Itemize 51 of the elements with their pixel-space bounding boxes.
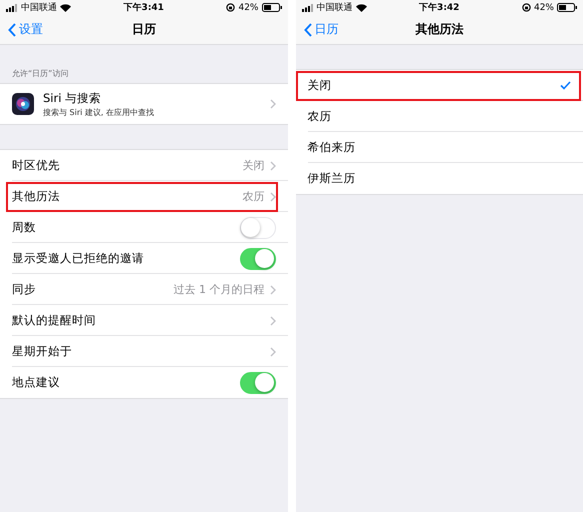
- row-label: 关闭: [308, 78, 332, 93]
- row-label: Siri 与搜索: [43, 90, 102, 106]
- row-subtitle: 搜索与 Siri 建议, 在应用中查找: [43, 106, 154, 118]
- chevron-icon: [270, 316, 276, 326]
- row-label: 默认的提醒时间: [12, 313, 96, 328]
- row-label: 同步: [12, 282, 36, 297]
- signal-icon: [6, 4, 18, 12]
- carrier-name: 中国联通: [316, 2, 352, 14]
- section-header: 允许“日历”访问: [12, 68, 68, 79]
- chevron-icon: [270, 284, 276, 294]
- row-value: 关闭: [242, 158, 264, 173]
- battery-percent: 42%: [534, 2, 554, 12]
- row-label: 显示受邀人已拒绝的邀请: [12, 251, 144, 266]
- chevron-icon: [270, 160, 276, 170]
- toggle-switch[interactable]: [240, 248, 276, 270]
- row-label: 希伯来历: [308, 140, 356, 155]
- toggle-switch[interactable]: [240, 372, 276, 394]
- row-label: 其他历法: [12, 189, 60, 204]
- battery-percent: 42%: [238, 2, 258, 12]
- rotation-lock-icon: [522, 3, 531, 12]
- row-value: 农历: [242, 189, 264, 204]
- row-label: 周数: [12, 220, 36, 235]
- wifi-icon: [356, 4, 366, 12]
- wifi-icon: [60, 4, 71, 12]
- settings-row[interactable]: Siri 与搜索 搜索与 Siri 建议, 在应用中查找: [0, 84, 288, 124]
- battery-icon: [557, 3, 577, 12]
- status-time: 下午3:42: [419, 2, 460, 14]
- signal-icon: [302, 4, 314, 12]
- row-label: 农历: [308, 109, 332, 124]
- siri-icon: [12, 93, 34, 115]
- back-button[interactable]: 日历: [296, 21, 338, 38]
- status-time: 下午3:41: [124, 2, 164, 14]
- row-label: 伊斯兰历: [308, 171, 356, 186]
- back-button[interactable]: 设置: [0, 21, 43, 38]
- nav-title: 其他历法: [415, 21, 464, 38]
- rotation-lock-icon: [226, 3, 236, 12]
- chevron-icon: [270, 346, 276, 356]
- row-label: 地点建议: [12, 375, 60, 390]
- settings-row[interactable]: 关闭: [296, 70, 583, 101]
- carrier-name: 中国联通: [21, 2, 57, 14]
- row-label: 时区优先: [12, 158, 60, 173]
- back-chevron-icon: [304, 22, 312, 36]
- battery-icon: [262, 3, 282, 12]
- chevron-icon: [270, 99, 276, 109]
- settings-row[interactable]: 伊斯兰历: [296, 163, 583, 194]
- nav-title: 日历: [132, 21, 156, 38]
- row-value: 过去 1 个月的日程: [174, 282, 264, 297]
- chevron-icon: [270, 192, 276, 202]
- row-label: 星期开始于: [12, 344, 72, 359]
- settings-row[interactable]: 地点建议: [0, 367, 288, 398]
- back-chevron-icon: [8, 22, 16, 36]
